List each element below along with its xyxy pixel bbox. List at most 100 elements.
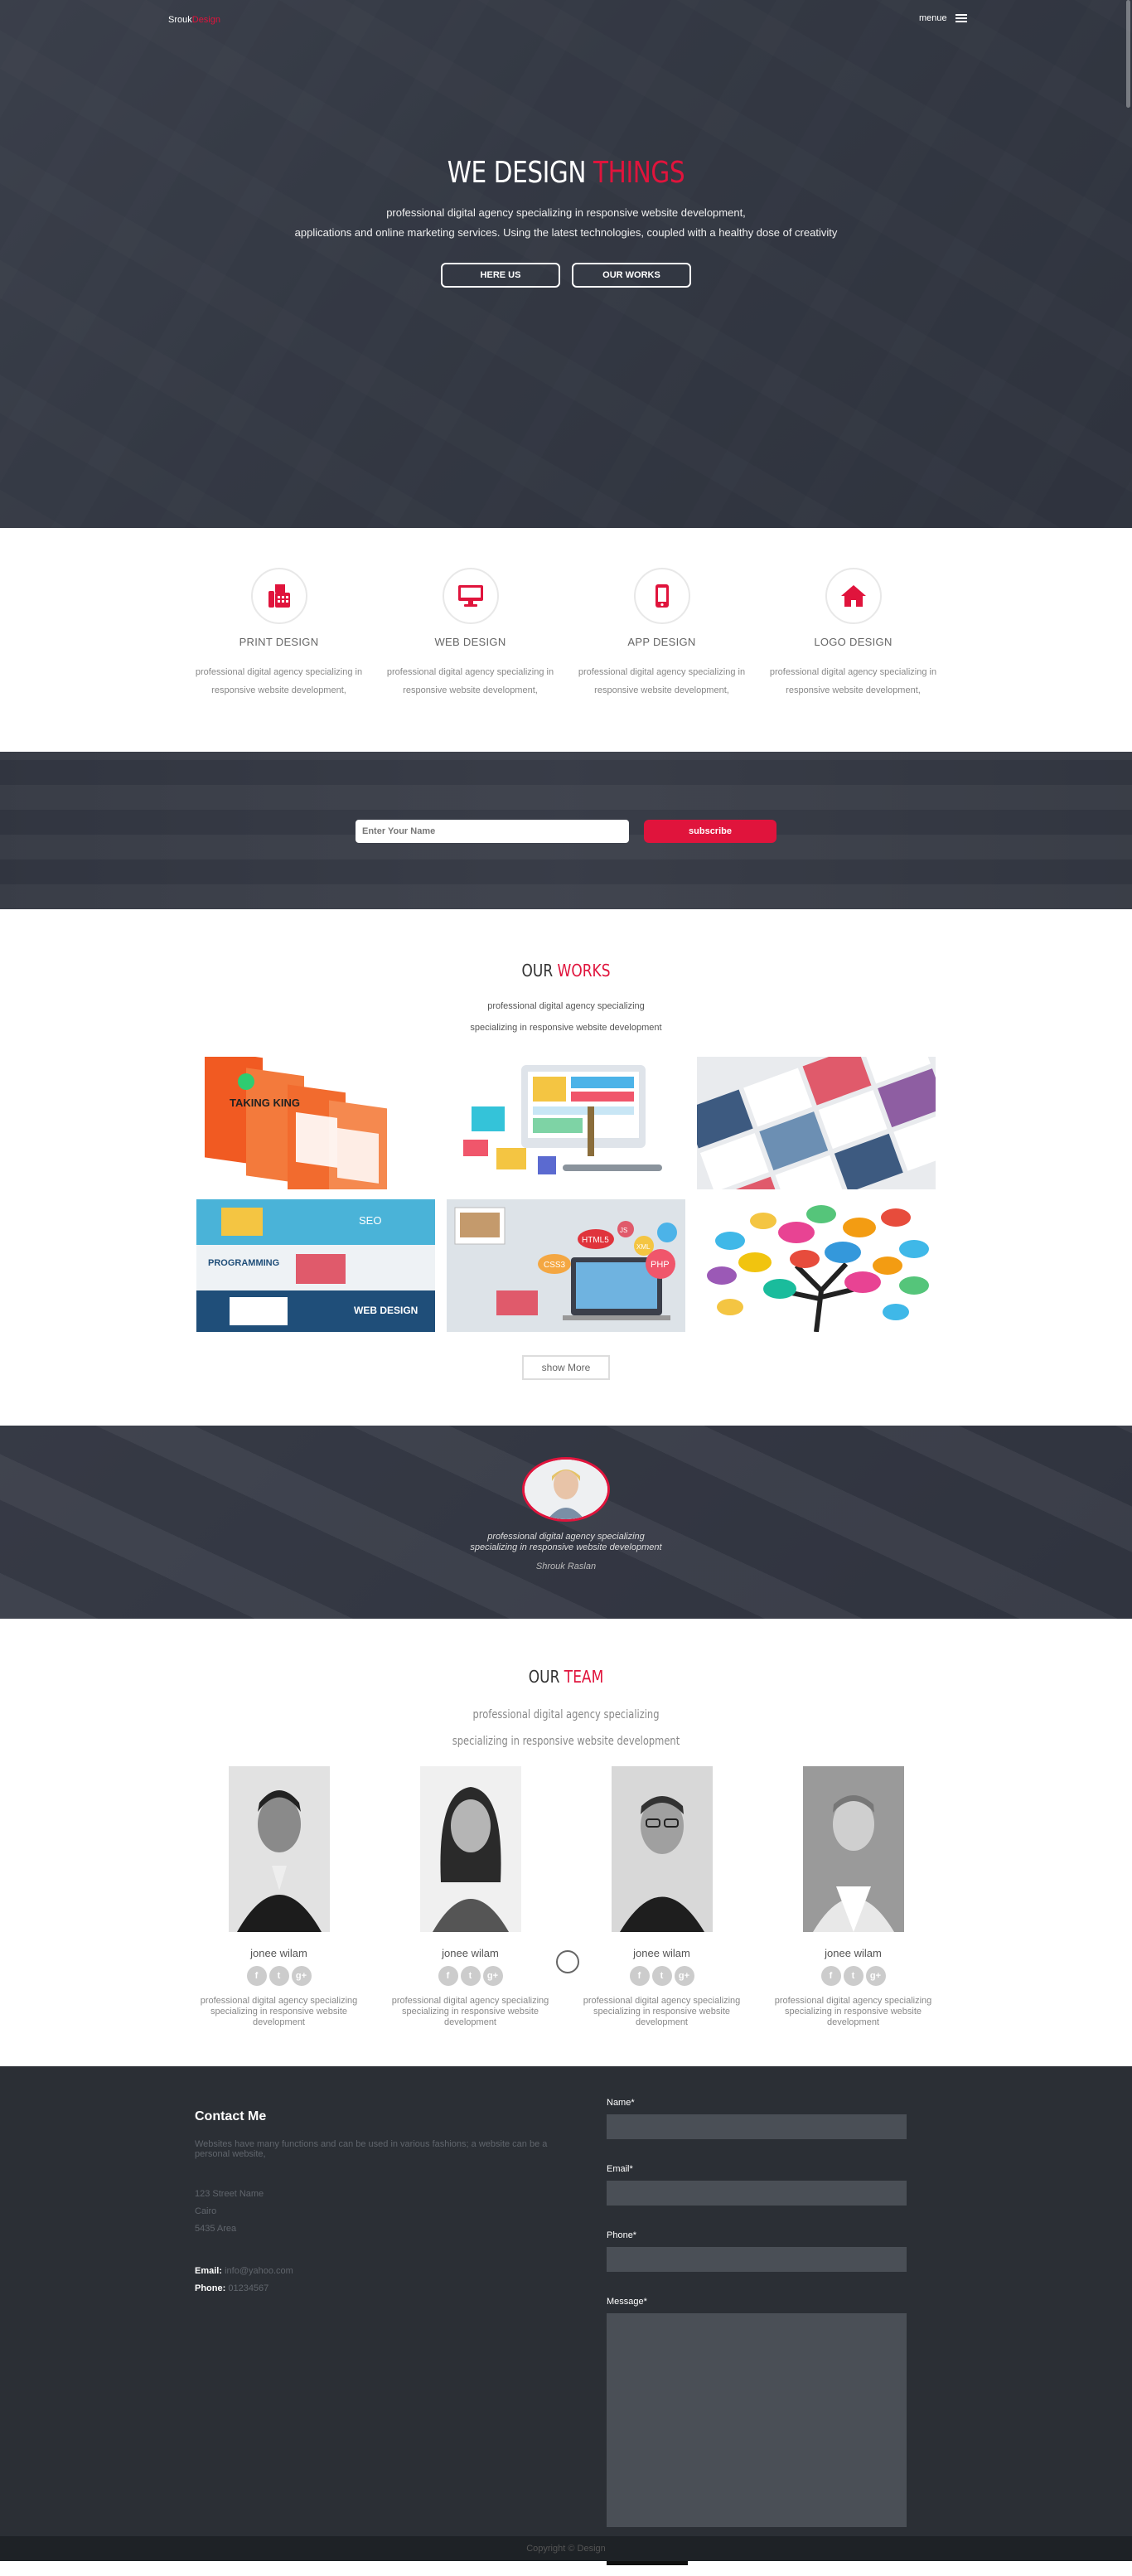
works-grid: TAKING KING SEO PROGRAMMING WEB DESIGN H… <box>196 1057 936 1332</box>
service-title: LOGO DESIGN <box>814 636 893 648</box>
service-title: PRINT DESIGN <box>239 636 319 648</box>
team-member: jonee wilam f t g+ professional digital … <box>375 1766 566 2028</box>
email-label: Email* <box>607 2164 633 2174</box>
team-subtitle: professional digital agency specializing… <box>452 1708 680 1748</box>
team-member: jonee wilam f t g+ professional digital … <box>183 1766 375 2028</box>
member-name: jonee wilam <box>250 1947 307 1959</box>
subscribe-section: subscribe <box>0 752 1132 909</box>
testimonial-quote: professional digital agency specializing… <box>470 1532 662 1552</box>
services-section: PRINT DESIGN professional digital agency… <box>0 528 1132 752</box>
contact-section: Contact Me Websites have many functions … <box>0 2066 1132 2565</box>
work-label: TAKING KING <box>230 1097 300 1109</box>
social-links: f t g+ <box>566 1966 757 1986</box>
member-photo <box>611 1766 713 1932</box>
contact-title: Contact Me <box>195 2109 267 2123</box>
mobile-icon <box>633 568 690 624</box>
service-text: professional digital agency specializing… <box>578 667 746 695</box>
message-field[interactable] <box>607 2313 907 2527</box>
navbar: SroukDesign menue <box>0 12 1132 28</box>
show-more-button[interactable]: show More <box>522 1355 610 1380</box>
twitter-icon[interactable]: t <box>843 1966 864 1986</box>
our-works-button[interactable]: OUR WORKS <box>572 263 691 288</box>
menu-button[interactable]: menue <box>919 13 967 23</box>
contact-email: Email: info@yahoo.com <box>195 2266 293 2276</box>
google-plus-icon[interactable]: g+ <box>674 1966 694 1986</box>
twitter-icon[interactable]: t <box>268 1966 289 1986</box>
contact-description: Websites have many functions and can be … <box>195 2139 548 2159</box>
here-us-button[interactable]: HERE US <box>441 263 560 288</box>
work-item-web-design[interactable] <box>447 1057 685 1189</box>
phone-field[interactable] <box>607 2247 907 2272</box>
works-section: OUR WORKS professional digital agency sp… <box>0 909 1132 1426</box>
message-label: Message* <box>607 2297 647 2307</box>
work-item-web-tech[interactable]: HTML5 CSS3 PHP XML JS <box>447 1199 685 1332</box>
phone-label: Phone* <box>607 2230 637 2240</box>
google-plus-icon[interactable]: g+ <box>865 1966 886 1986</box>
member-name: jonee wilam <box>442 1947 499 1959</box>
testimonial-author: Shrouk Raslan <box>535 1562 597 1571</box>
work-item-colorful-tree[interactable] <box>697 1199 936 1332</box>
work-label: PHP <box>651 1260 670 1270</box>
hero-description: professional digital agency specializing… <box>294 206 838 239</box>
facebook-icon[interactable]: f <box>246 1966 267 1986</box>
contact-phone: Phone: 01234567 <box>195 2283 269 2293</box>
service-logo: LOGO DESIGN professional digital agency … <box>757 568 949 752</box>
member-description: professional digital agency specializing… <box>774 1996 932 2027</box>
member-description: professional digital agency specializing… <box>583 1996 741 2027</box>
hero-title: WE DESIGN THINGS <box>447 156 685 190</box>
fax-icon <box>250 568 307 624</box>
twitter-icon[interactable]: t <box>460 1966 481 1986</box>
service-title: WEB DESIGN <box>434 636 506 648</box>
work-label: CSS3 <box>544 1261 566 1270</box>
subscribe-form: subscribe <box>0 820 1132 843</box>
service-app: APP DESIGN professional digital agency s… <box>566 568 757 752</box>
member-description: professional digital agency specializing… <box>200 1996 358 2027</box>
work-item-services-banners[interactable]: SEO PROGRAMMING WEB DESIGN <box>196 1199 435 1332</box>
member-name: jonee wilam <box>825 1947 882 1959</box>
name-label: Name* <box>607 2098 635 2108</box>
work-item-website-mockups[interactable] <box>697 1057 936 1189</box>
testimonial-section: professional digital agency specializing… <box>0 1426 1132 1619</box>
team-grid: jonee wilam f t g+ professional digital … <box>183 1766 949 2028</box>
subscribe-button[interactable]: subscribe <box>644 820 776 843</box>
email-link[interactable]: info@yahoo.com <box>225 2266 293 2276</box>
hero-content: WE DESIGN THINGS professional digital ag… <box>0 156 1132 288</box>
work-label: XML <box>636 1243 651 1251</box>
copyright: Copyright © Design <box>0 2536 1132 2561</box>
avatar <box>522 1457 610 1522</box>
member-photo <box>419 1766 521 1932</box>
service-text: professional digital agency specializing… <box>386 667 554 695</box>
google-plus-icon[interactable]: g+ <box>482 1966 503 1986</box>
facebook-icon[interactable]: f <box>820 1966 841 1986</box>
work-label: HTML5 <box>582 1236 609 1245</box>
email-field[interactable] <box>607 2181 907 2206</box>
team-member: jonee wilam f t g+ professional digital … <box>566 1766 757 2028</box>
desktop-icon <box>442 568 499 624</box>
name-input[interactable] <box>356 820 629 843</box>
logo[interactable]: SroukDesign <box>168 15 220 25</box>
work-label: WEB DESIGN <box>354 1305 418 1316</box>
team-member: jonee wilam f t g+ professional digital … <box>757 1766 949 2028</box>
testimonial-content: professional digital agency specializing… <box>0 1457 1132 1571</box>
service-web: WEB DESIGN professional digital agency s… <box>375 568 566 752</box>
twitter-icon[interactable]: t <box>651 1966 672 1986</box>
team-title: OUR TEAM <box>528 1667 604 1687</box>
facebook-icon[interactable]: f <box>629 1966 650 1986</box>
team-section: OUR TEAM professional digital agency spe… <box>0 1619 1132 2066</box>
contact-form: Name* Email* Phone* Message* Contact Me <box>607 2094 907 2565</box>
hero-buttons: HERE US OUR WORKS <box>0 263 1132 288</box>
service-title: APP DESIGN <box>627 636 696 648</box>
social-links: f t g+ <box>183 1966 375 1986</box>
work-item-mobile-app[interactable]: TAKING KING <box>196 1057 435 1189</box>
home-icon <box>825 568 882 624</box>
loading-circle-icon <box>556 1950 579 1973</box>
name-field[interactable] <box>607 2114 907 2139</box>
work-label: SEO <box>359 1214 381 1227</box>
google-plus-icon[interactable]: g+ <box>291 1966 312 1986</box>
works-subtitle: professional digital agency specializing… <box>470 1001 662 1033</box>
facebook-icon[interactable]: f <box>438 1966 458 1986</box>
hamburger-icon <box>955 14 967 22</box>
works-title: OUR WORKS <box>521 961 611 981</box>
social-links: f t g+ <box>757 1966 949 1986</box>
menu-label: menue <box>919 13 947 23</box>
